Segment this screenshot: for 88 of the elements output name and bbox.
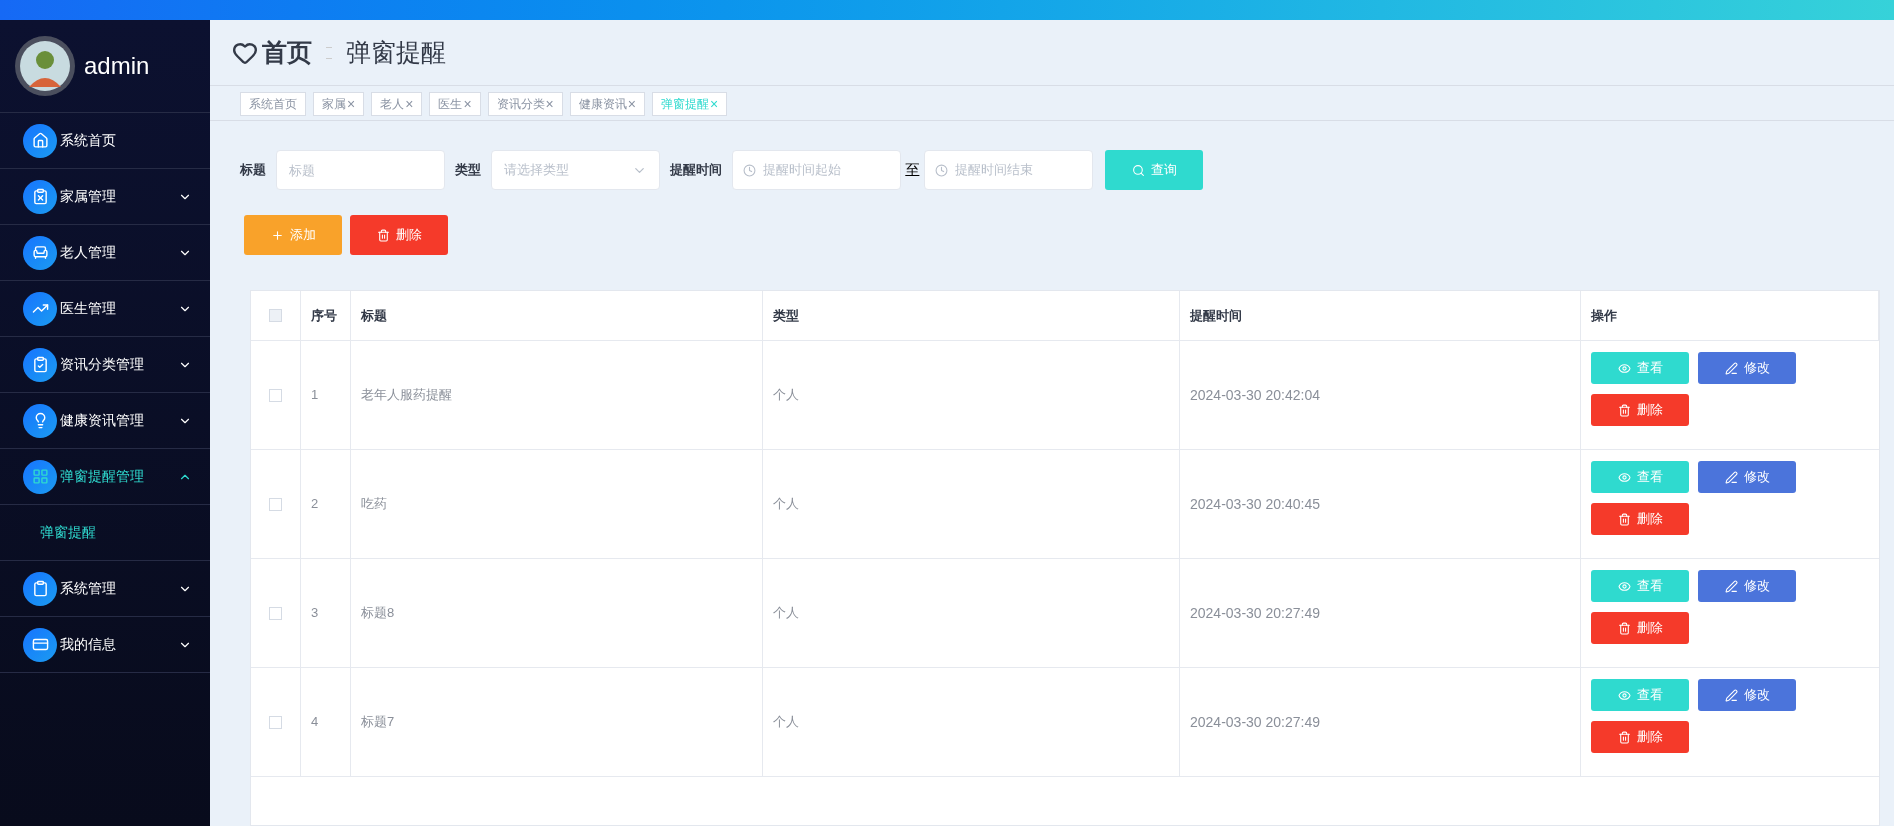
menu-item[interactable]: 家属管理 [0,169,210,225]
edit-button[interactable]: 修改 [1698,570,1796,602]
table-cell-text: 2 [311,495,319,514]
table-cell-text: 个人 [773,495,799,514]
eye-icon [1617,579,1631,593]
clipboard-icon [31,188,49,205]
eye-icon [1617,361,1631,375]
clipboard-icon [31,580,49,597]
table-cell-text: 1 [311,386,319,405]
table-cell-text: 2024-03-30 20:27:49 [1190,712,1320,732]
menu-item[interactable]: 我的信息 [0,617,210,673]
delete-button[interactable]: 删除 [350,215,448,255]
table-cell-text: 2024-03-30 20:27:49 [1190,603,1320,623]
clock-icon [935,163,948,177]
menu-item[interactable]: 老人管理 [0,225,210,281]
table-cell-text: 4 [311,713,319,732]
page-tab[interactable]: 系统首页 [240,92,306,116]
table-cell-text: 2024-03-30 20:42:04 [1190,385,1320,405]
clipboard-check-icon [31,356,49,373]
column-header: 类型 [773,306,799,325]
card-icon [31,636,49,653]
page-tab[interactable]: 健康资讯× [569,92,645,116]
column-header: 标题 [361,306,387,325]
end-date-field[interactable]: 提醒时间结束 [924,150,1093,190]
clock-icon [743,163,756,177]
edit-button[interactable]: 修改 [1698,461,1796,493]
edit-icon [1724,470,1738,484]
row-checkbox[interactable] [269,497,282,511]
search-icon [1131,163,1145,177]
user-name: admin [84,51,150,81]
edit-icon [1724,361,1738,375]
trash-icon [376,228,390,242]
table-cell-text: 3 [311,604,319,623]
delete-button[interactable]: 删除 [1591,721,1689,753]
eye-icon [1617,688,1631,702]
range-separator: 至 [905,159,920,180]
menu-item[interactable]: 系统首页 [0,113,210,169]
add-button[interactable]: 添加 [244,215,342,255]
row-checkbox[interactable] [269,606,282,620]
edit-button[interactable]: 修改 [1698,352,1796,384]
menu-item[interactable]: 资讯分类管理 [0,337,210,393]
menu-item[interactable]: 弹窗提醒管理 [0,449,210,505]
delete-button[interactable]: 删除 [1591,394,1689,426]
plus-icon [270,228,284,242]
submenu-item[interactable]: 弹窗提醒 [0,505,210,561]
menu-item[interactable]: 系统管理 [0,561,210,617]
table-cell-text: 个人 [773,713,799,732]
column-header: 操作 [1591,306,1617,325]
breadcrumb-home[interactable]: 首页 [262,33,312,72]
home-icon [31,132,49,149]
edit-icon [1724,579,1738,593]
table-cell-text: 个人 [773,604,799,623]
eye-icon [1617,470,1631,484]
field-label: 提醒时间 [670,161,722,180]
column-header: 提醒时间 [1190,306,1242,325]
trash-icon [1617,403,1631,417]
table-cell-text: 2024-03-30 20:40:45 [1190,494,1320,514]
menu-item[interactable]: 医生管理 [0,281,210,337]
column-header: 序号 [311,306,337,325]
type-select[interactable]: 请选择类型 [491,150,660,190]
seat-icon [31,244,49,261]
start-date-field[interactable]: 提醒时间起始 [732,150,901,190]
trash-icon [1617,730,1631,744]
avatar [14,35,76,97]
table-cell-text: 老年人服药提醒 [361,386,452,405]
page-tab[interactable]: 资讯分类× [487,92,563,116]
table-cell-text: 吃药 [361,495,387,514]
delete-button[interactable]: 删除 [1591,503,1689,535]
grid-icon [31,468,49,485]
trash-icon [1617,512,1631,526]
menu-item[interactable]: 健康资讯管理 [0,393,210,449]
table-cell-text: 标题8 [361,604,395,623]
trash-icon [1617,621,1631,635]
select-all-checkbox[interactable] [269,309,282,322]
row-checkbox[interactable] [269,715,282,729]
table-cell-text: 标题7 [361,713,395,732]
edit-button[interactable]: 修改 [1698,679,1796,711]
title-field[interactable]: 标题 [276,150,445,190]
field-label: 标题 [240,161,266,180]
field-label: 类型 [455,161,481,180]
edit-icon [1724,688,1738,702]
breadcrumb-current: 弹窗提醒 [346,36,446,68]
page-tab[interactable]: 医生× [429,92,481,116]
page-tab[interactable]: 老人× [371,92,423,116]
row-checkbox[interactable] [269,388,282,402]
table-cell-text: 个人 [773,386,799,405]
delete-button[interactable]: 删除 [1591,612,1689,644]
page-tab[interactable]: 家属× [313,92,365,116]
